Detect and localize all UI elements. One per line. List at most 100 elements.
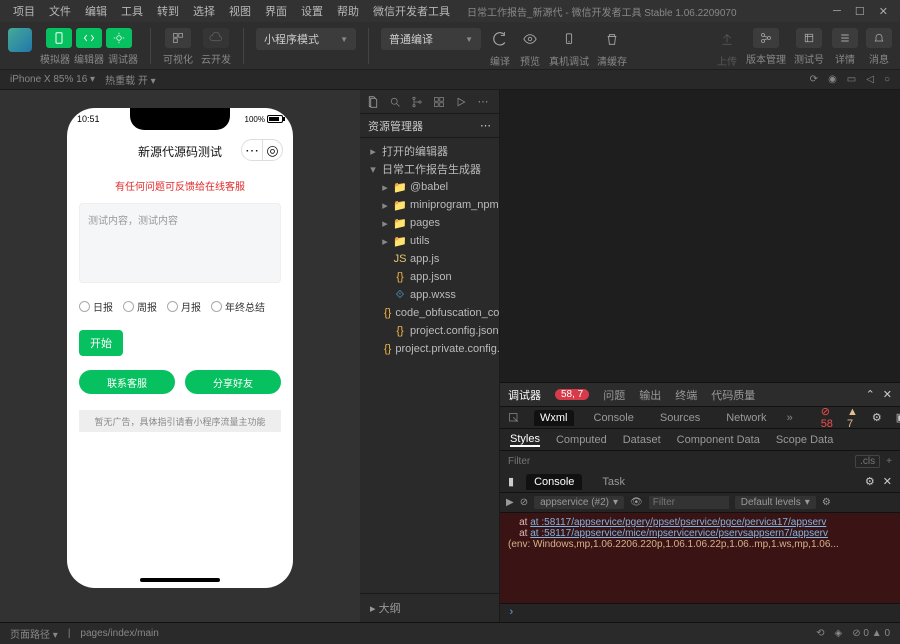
editor-button[interactable] [76, 28, 102, 48]
menu-item[interactable]: 编辑 [78, 3, 114, 19]
close-icon[interactable]: ✕ [883, 475, 892, 488]
menu-item[interactable]: 文件 [42, 3, 78, 19]
rotate-icon[interactable]: ▭ [847, 74, 856, 85]
tree-row[interactable]: ▸📁pages [360, 214, 499, 232]
dock-icon[interactable]: ▣ [896, 411, 900, 424]
mode-select[interactable]: 小程序模式▼ [256, 28, 356, 50]
menu-item[interactable]: 视图 [222, 3, 258, 19]
tab-network[interactable]: Network [720, 410, 772, 426]
tab-quality[interactable]: 代码质量 [711, 387, 755, 403]
close-icon[interactable]: ✕ [879, 5, 888, 18]
tree-row[interactable]: ▸📁@babel [360, 178, 499, 196]
tab-output[interactable]: 输出 [639, 387, 661, 403]
tab-sources[interactable]: Sources [654, 410, 706, 426]
tab-scope-data[interactable]: Scope Data [776, 434, 833, 446]
search-icon[interactable] [388, 96, 402, 108]
add-style-icon[interactable]: + [886, 456, 892, 467]
cls-chip[interactable]: .cls [855, 455, 880, 468]
more-icon[interactable]: ⋯ [480, 119, 491, 132]
inspect-icon[interactable] [508, 412, 520, 424]
menu-item[interactable]: 设置 [294, 3, 330, 19]
task-tab[interactable]: Task [594, 474, 633, 490]
target-close-icon[interactable]: ◎ [262, 140, 282, 160]
upload-button[interactable] [716, 28, 738, 50]
clear-cache-button[interactable] [601, 28, 623, 50]
tree-row[interactable]: {}project.config.json [360, 322, 499, 340]
tree-section[interactable]: ▾日常工作报告生成器 [360, 160, 499, 178]
console-prompt[interactable]: › [500, 603, 900, 622]
menu-item[interactable]: 工具 [114, 3, 150, 19]
content-textarea[interactable]: 测试内容，测试内容 [79, 203, 281, 283]
editor-area[interactable] [500, 90, 900, 382]
close-icon[interactable]: ✕ [883, 388, 892, 401]
tree-row[interactable]: JSapp.js [360, 250, 499, 268]
detail-button[interactable] [832, 28, 858, 48]
back-icon[interactable]: ◁ [866, 74, 874, 85]
git-icon[interactable] [410, 96, 424, 108]
tree-row[interactable]: ▸📁utils [360, 232, 499, 250]
tab-problems[interactable]: 问题 [603, 387, 625, 403]
tree-section[interactable]: ▸打开的编辑器 [360, 142, 499, 160]
radio-daily[interactable]: 日报 [79, 299, 113, 314]
preview-button[interactable] [519, 28, 541, 50]
error-count[interactable]: ⊘ 58 [821, 405, 833, 430]
tab-console[interactable]: Console [588, 410, 640, 426]
more-icon[interactable]: ⋯ [242, 140, 262, 160]
tree-row[interactable]: ⟐app.wxss [360, 286, 499, 304]
radio-monthly[interactable]: 月报 [167, 299, 201, 314]
minimize-icon[interactable]: ─ [833, 5, 841, 18]
settings-icon[interactable]: ⚙ [872, 411, 882, 424]
menu-item[interactable]: 项目 [6, 3, 42, 19]
levels-select[interactable]: Default levels ▾ [735, 496, 816, 509]
sidebar-toggle-icon[interactable]: ▮ [508, 475, 514, 488]
compile-button[interactable] [489, 28, 511, 50]
record-icon[interactable]: ◉ [828, 74, 837, 85]
sync-icon[interactable]: ⟲ [816, 628, 824, 639]
tree-row[interactable]: {}project.private.config.js... [360, 340, 499, 358]
tree-row[interactable]: {}code_obfuscation_conf... [360, 304, 499, 322]
capsule-button[interactable]: ⋯◎ [241, 139, 283, 161]
device-selector[interactable]: iPhone X 85% 16 ▾ [10, 74, 95, 85]
context-select[interactable]: appservice (#2) ▾ [534, 496, 624, 509]
radio-weekly[interactable]: 周报 [123, 299, 157, 314]
clear-icon[interactable]: ⊘ [520, 497, 528, 508]
warn-count[interactable]: ▲ 7 [847, 406, 858, 430]
compile-select[interactable]: 普通编译▼ [381, 28, 481, 50]
tab-computed[interactable]: Computed [556, 434, 607, 446]
contact-button[interactable]: 联系客服 [79, 370, 175, 394]
radio-yearly[interactable]: 年终总结 [211, 299, 265, 314]
menu-item[interactable]: 转到 [150, 3, 186, 19]
menu-item[interactable]: 界面 [258, 3, 294, 19]
reload-icon[interactable]: ⟳ [810, 74, 818, 85]
cloud-button[interactable] [203, 28, 229, 48]
run-icon[interactable] [454, 96, 468, 108]
menu-item[interactable]: 选择 [186, 3, 222, 19]
simulator-button[interactable] [46, 28, 72, 48]
message-button[interactable] [866, 28, 892, 48]
share-button[interactable]: 分享好友 [185, 370, 281, 394]
tab-component-data[interactable]: Component Data [677, 434, 760, 446]
hot-reload-toggle[interactable]: 热重载 开 ▾ [105, 72, 156, 87]
tab-debugger[interactable]: 调试器 [508, 387, 541, 403]
settings-icon[interactable]: ⚙ [822, 497, 831, 508]
extensions-icon[interactable] [432, 96, 446, 108]
remote-debug-button[interactable] [558, 28, 580, 50]
settings-icon[interactable]: ⚙ [865, 475, 875, 488]
more-icon[interactable]: ⋯ [476, 95, 490, 108]
broadcast-icon[interactable]: ◈ [835, 628, 843, 639]
files-icon[interactable] [366, 96, 380, 108]
console-tab[interactable]: Console [526, 474, 582, 490]
collapse-icon[interactable]: ⌃ [866, 388, 875, 401]
styles-filter-input[interactable] [508, 456, 849, 467]
outline-section[interactable]: ▸ 大纲 [360, 593, 499, 622]
debugger-button[interactable] [106, 28, 132, 48]
maximize-icon[interactable]: ☐ [855, 5, 865, 18]
eye-icon[interactable]: 👁 [630, 497, 643, 508]
start-button[interactable]: 开始 [79, 330, 123, 356]
testnum-button[interactable] [796, 28, 822, 48]
tab-dataset[interactable]: Dataset [623, 434, 661, 446]
menu-item[interactable]: 微信开发者工具 [366, 3, 457, 19]
visual-button[interactable] [165, 28, 191, 48]
tab-wxml[interactable]: Wxml [534, 410, 574, 426]
menu-item[interactable]: 帮助 [330, 3, 366, 19]
